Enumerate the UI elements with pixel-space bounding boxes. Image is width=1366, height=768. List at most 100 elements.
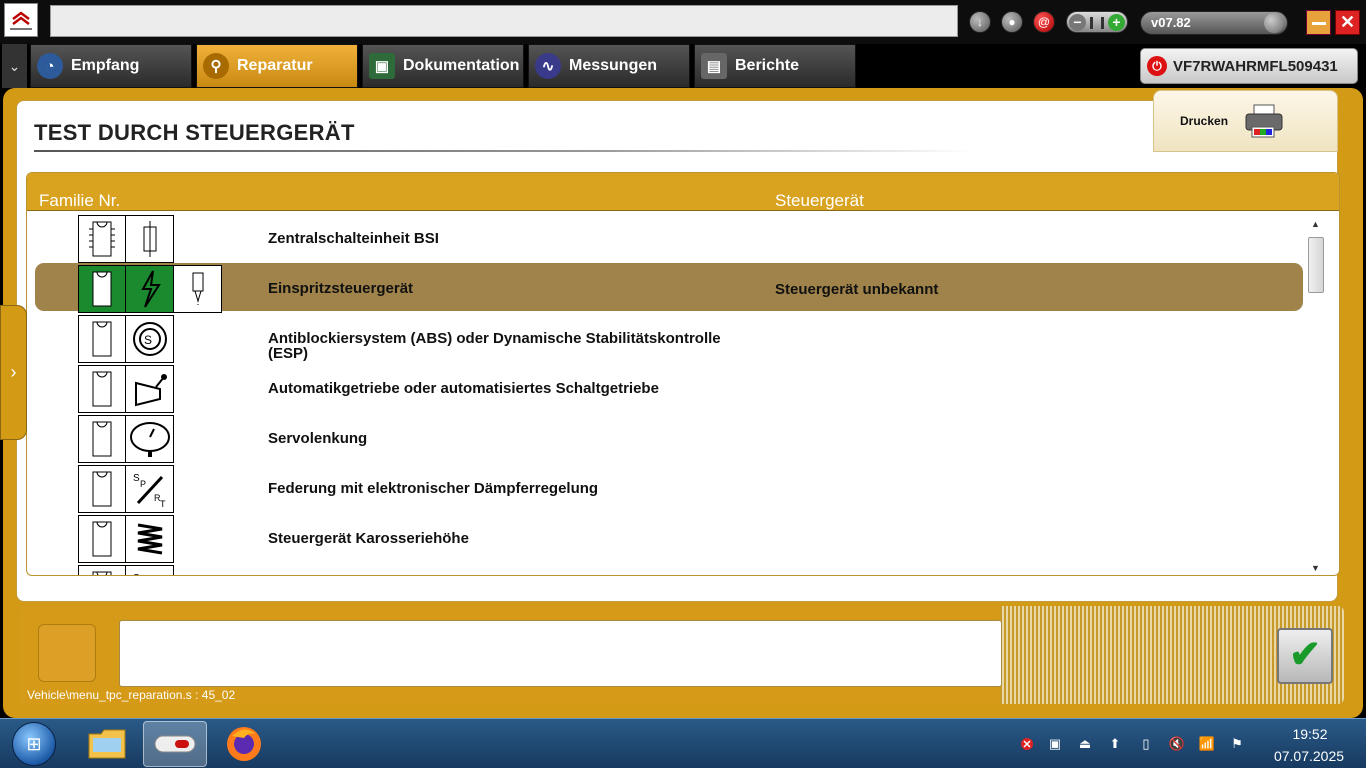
tab-label: Empfang (71, 57, 140, 74)
print-button[interactable]: Drucken (1153, 90, 1338, 152)
title-divider (34, 150, 974, 152)
at-mail-icon[interactable]: @ (1033, 11, 1055, 33)
flag-tray-icon[interactable]: ⚑ (1229, 736, 1245, 752)
diagbox-icon (154, 735, 196, 753)
row-label: Automatikgetriebe oder automatisiertes S… (268, 380, 659, 397)
volume-control[interactable]: − + (1066, 11, 1128, 33)
row-label: Federung mit elektronischer Dämpferregel… (268, 480, 599, 497)
mute-tray-icon[interactable]: 🔇 (1169, 736, 1185, 752)
svg-text:S: S (133, 473, 140, 484)
report-icon: ▤ (701, 53, 727, 79)
table-row[interactable]: Steuergerät Karosseriehöhe (35, 513, 1303, 563)
tab-messungen[interactable]: ∿ Messungen (528, 44, 690, 88)
scroll-down-arrow-icon[interactable]: ▼ (1311, 563, 1320, 573)
book-icon: ▣ (369, 53, 395, 79)
row-label: Steuergerät Karosseriehöhe (268, 530, 469, 547)
steering-icon (126, 415, 174, 463)
checkmark-icon: ✔ (1289, 634, 1321, 676)
ecu-chip-icon (78, 465, 126, 513)
row-status: Steuergerät unbekannt (775, 281, 939, 298)
damper-icon: SP (126, 565, 174, 576)
ecu-chip-icon (78, 215, 126, 263)
table-row[interactable]: Automatikgetriebe oder automatisiertes S… (35, 363, 1303, 413)
user-icon[interactable]: ● (1001, 11, 1023, 33)
taskbar-firefox[interactable] (212, 721, 276, 767)
message-box (119, 620, 1002, 687)
row-label: Servolenkung (268, 430, 368, 447)
window-tray-icon[interactable]: ▣ (1047, 736, 1063, 752)
script-path: Vehicle\menu_tpc_reparation.s : 45_02 (27, 688, 236, 702)
windows-logo-icon: ⊞ (26, 733, 42, 754)
scroll-thumb[interactable] (1308, 237, 1324, 293)
table-row[interactable]: Zentralschalteinheit BSI (35, 213, 1303, 263)
version-indicator: v07.82 (1140, 11, 1288, 35)
tab-label: Reparatur (237, 57, 313, 74)
bars-icon (1090, 17, 1104, 29)
citroen-logo (4, 3, 38, 37)
vin-display[interactable]: ⏻ VF7RWAHRMFL509431 (1140, 48, 1358, 84)
ecu-chip-icon (78, 565, 126, 575)
ecu-chip-icon (78, 515, 126, 563)
power-knob-icon[interactable] (1264, 13, 1284, 33)
tab-berichte[interactable]: ▤ Berichte (694, 44, 856, 88)
list-scrollbar[interactable]: ▲ ▼ (1307, 217, 1325, 575)
table-row-selected[interactable]: Einspritzsteuergerät Steuergerät unbekan… (35, 263, 1303, 313)
update-tray-icon[interactable]: ⬆ (1107, 736, 1123, 752)
minus-icon[interactable]: − (1069, 14, 1086, 31)
tab-label: Dokumentation (403, 57, 520, 74)
tab-empfang[interactable]: ◔ Empfang (30, 44, 192, 88)
printer-icon (1245, 104, 1283, 138)
folder-icon (88, 729, 126, 759)
row-label: Antiblockiersystem (ABS) oder Dynamische… (268, 330, 721, 362)
svg-text:S: S (133, 573, 140, 576)
confirm-button[interactable]: ✔ (1277, 628, 1333, 684)
svg-text:P: P (140, 479, 146, 489)
header-family: Familie Nr. (39, 191, 121, 210)
clock-time[interactable]: 19:52 (1270, 726, 1350, 742)
waveform-icon: ∿ (535, 53, 561, 79)
fuse-icon (126, 215, 174, 263)
chevron-down-icon[interactable]: ⌄ (2, 44, 27, 88)
print-label: Drucken (1180, 114, 1229, 128)
abs-icon: S (126, 315, 174, 363)
lightning-icon (126, 265, 174, 313)
plus-icon[interactable]: + (1108, 14, 1125, 31)
start-button[interactable]: ⊞ (12, 722, 56, 766)
arrow-down-icon[interactable]: ↓ (969, 11, 991, 33)
damper-icon: SPRT (126, 465, 174, 513)
ecu-chip-icon (78, 415, 126, 463)
injector-icon (174, 265, 222, 313)
magnifier-icon: ⚲ (203, 53, 229, 79)
vin-label: VF7RWAHRMFL509431 (1173, 57, 1338, 75)
row-label: Einspritzsteuergerät (268, 280, 414, 297)
version-label: v07.82 (1151, 15, 1191, 30)
globe-icon: ◔ (37, 53, 63, 79)
scroll-up-arrow-icon[interactable]: ▲ (1311, 219, 1320, 229)
battery-tray-icon[interactable]: ▯ (1138, 736, 1154, 752)
top-bar: ↓ ● @ − + v07.82 ✕ (0, 0, 1366, 44)
close-button[interactable]: ✕ (1335, 10, 1360, 35)
network-tray-icon[interactable]: 📶 (1199, 736, 1215, 752)
row-label: Zentralschalteinheit BSI (268, 230, 439, 247)
spring-icon (126, 515, 174, 563)
table-row[interactable]: Servolenkung (35, 413, 1303, 463)
error-tray-icon[interactable] (1019, 736, 1035, 752)
ecu-chip-icon (78, 265, 126, 313)
svg-text:T: T (160, 499, 166, 509)
side-panel-toggle[interactable]: › (0, 305, 27, 440)
table-row[interactable]: SP (35, 563, 1303, 576)
tab-reparatur[interactable]: ⚲ Reparatur (196, 44, 358, 88)
table-row[interactable]: S Antiblockiersystem (ABS) oder Dynamisc… (35, 313, 1303, 363)
minimize-button[interactable] (1306, 10, 1331, 35)
gearbox-icon (126, 365, 174, 413)
taskbar-diagbox[interactable] (143, 721, 207, 767)
address-field[interactable] (50, 5, 958, 37)
taskbar-explorer[interactable] (75, 721, 139, 767)
ecu-list: Familie Nr. Steuergerät Zentralschaltein… (26, 172, 1340, 576)
clock-date[interactable]: 07.07.2025 (1264, 748, 1354, 764)
svg-text:S: S (144, 333, 152, 347)
list-header: Familie Nr. Steuergerät (27, 173, 1339, 211)
table-row[interactable]: SPRT Federung mit elektronischer Dämpfer… (35, 463, 1303, 513)
tab-dokumentation[interactable]: ▣ Dokumentation (362, 44, 524, 88)
usb-device-tray-icon[interactable]: ⏏ (1077, 736, 1093, 752)
